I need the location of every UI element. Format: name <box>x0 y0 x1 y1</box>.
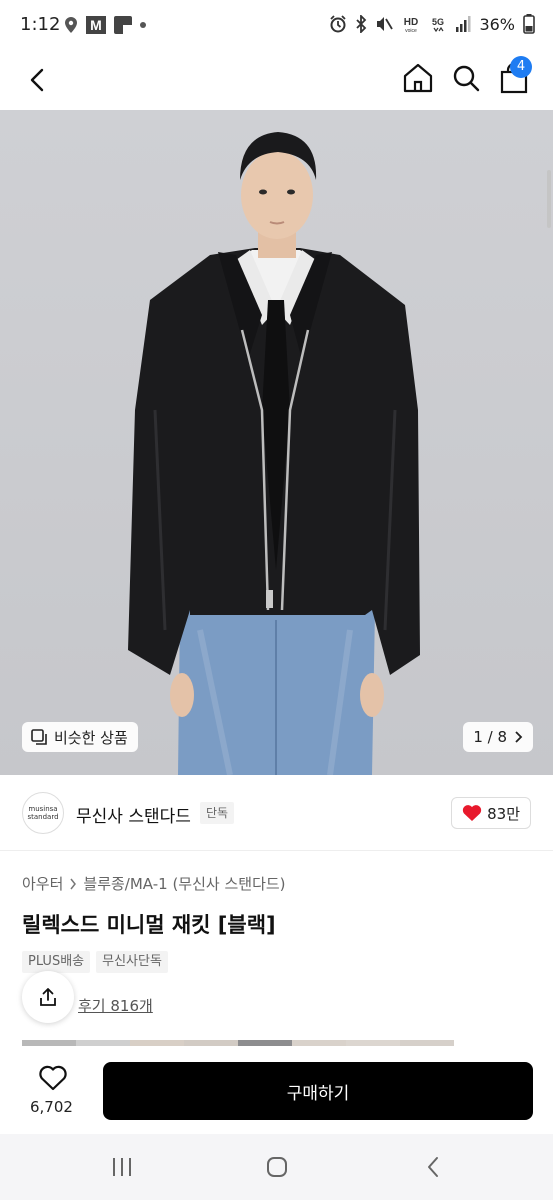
page-scroll-thumb[interactable] <box>547 170 551 228</box>
home-nav-icon[interactable] <box>265 1155 289 1179</box>
mute-icon <box>377 17 394 31</box>
heart-outline-icon <box>39 1065 67 1091</box>
location-icon <box>65 17 77 33</box>
product-image[interactable] <box>0 110 553 775</box>
brand-logo[interactable]: musinsa standard <box>22 792 64 834</box>
back-icon <box>30 68 44 92</box>
back-button[interactable] <box>18 60 58 100</box>
breadcrumb-item-outer[interactable]: 아우터 <box>22 873 63 894</box>
model-photo <box>128 132 420 775</box>
image-pager[interactable]: 1 / 8 <box>463 722 533 752</box>
5g-icon: 5G <box>432 17 444 33</box>
battery-icon <box>523 14 535 34</box>
app-header: 4 <box>0 52 553 110</box>
exclusive-badge: 단독 <box>200 802 235 824</box>
dot-icon <box>140 22 146 28</box>
chevron-right-icon <box>515 731 523 743</box>
alarm-icon <box>330 15 347 33</box>
search-button[interactable] <box>446 58 486 98</box>
reviews-link[interactable]: 후기 816개 <box>78 995 153 1016</box>
buy-button[interactable]: 구매하기 <box>103 1062 533 1120</box>
purchase-bar: 6,702 구매하기 <box>0 1046 553 1134</box>
brand-logo-line1: musinsa <box>28 805 58 813</box>
similar-icon <box>31 729 47 745</box>
hd-voice-icon: HDvoice <box>404 17 418 33</box>
cart-count-badge: 4 <box>510 56 532 78</box>
similar-products-label: 비슷한 상품 <box>54 728 128 747</box>
brand-like-button[interactable]: 83만 <box>451 797 531 829</box>
breadcrumb-item-category[interactable]: 블루종/MA-1 (무신사 스탠다드) <box>83 873 285 894</box>
home-button[interactable] <box>398 58 438 98</box>
back-nav-icon[interactable] <box>423 1155 443 1179</box>
share-button[interactable] <box>22 971 74 1023</box>
similar-products-button[interactable]: 비슷한 상품 <box>22 722 138 752</box>
system-nav-bar <box>0 1134 553 1200</box>
tag-plus-delivery: PLUS배송 <box>22 951 91 973</box>
app-icon <box>114 16 132 34</box>
wishlist-count: 6,702 <box>30 1098 73 1116</box>
product-title: 릴렉스드 미니멀 재킷 [블랙] <box>22 913 276 937</box>
bluetooth-icon <box>356 15 367 33</box>
signal-icon <box>456 16 471 32</box>
svg-text:voice: voice <box>406 28 418 33</box>
svg-text:HD: HD <box>404 17 418 28</box>
home-icon <box>403 63 433 93</box>
recent-apps-icon[interactable] <box>110 1156 134 1178</box>
gmail-icon: M <box>86 16 106 34</box>
chevron-right-icon <box>70 878 77 889</box>
battery-percent: 36% <box>479 14 515 34</box>
brand-name[interactable]: 무신사 스탠다드 <box>76 802 191 827</box>
status-time: 1:12 <box>20 14 61 35</box>
svg-text:5G: 5G <box>432 17 444 27</box>
pager-text: 1 / 8 <box>473 728 507 746</box>
status-bar: 1:12 M HD voice 5G 36% <box>0 0 553 52</box>
search-icon <box>453 65 480 92</box>
brand-logo-line2: standard <box>27 813 59 821</box>
brand-row: musinsa standard 무신사 스탠다드 단독 83만 <box>0 775 553 851</box>
breadcrumb: 아우터 블루종/MA-1 (무신사 스탠다드) <box>22 873 286 894</box>
wishlist-button[interactable] <box>38 1064 68 1092</box>
share-icon <box>40 988 56 1006</box>
heart-filled-icon <box>462 805 482 821</box>
product-tags: PLUS배송 무신사단독 <box>22 951 168 973</box>
brand-like-count: 83만 <box>487 804 520 823</box>
tag-musinsa-exclusive: 무신사단독 <box>96 951 168 973</box>
svg-text:M: M <box>90 17 102 33</box>
